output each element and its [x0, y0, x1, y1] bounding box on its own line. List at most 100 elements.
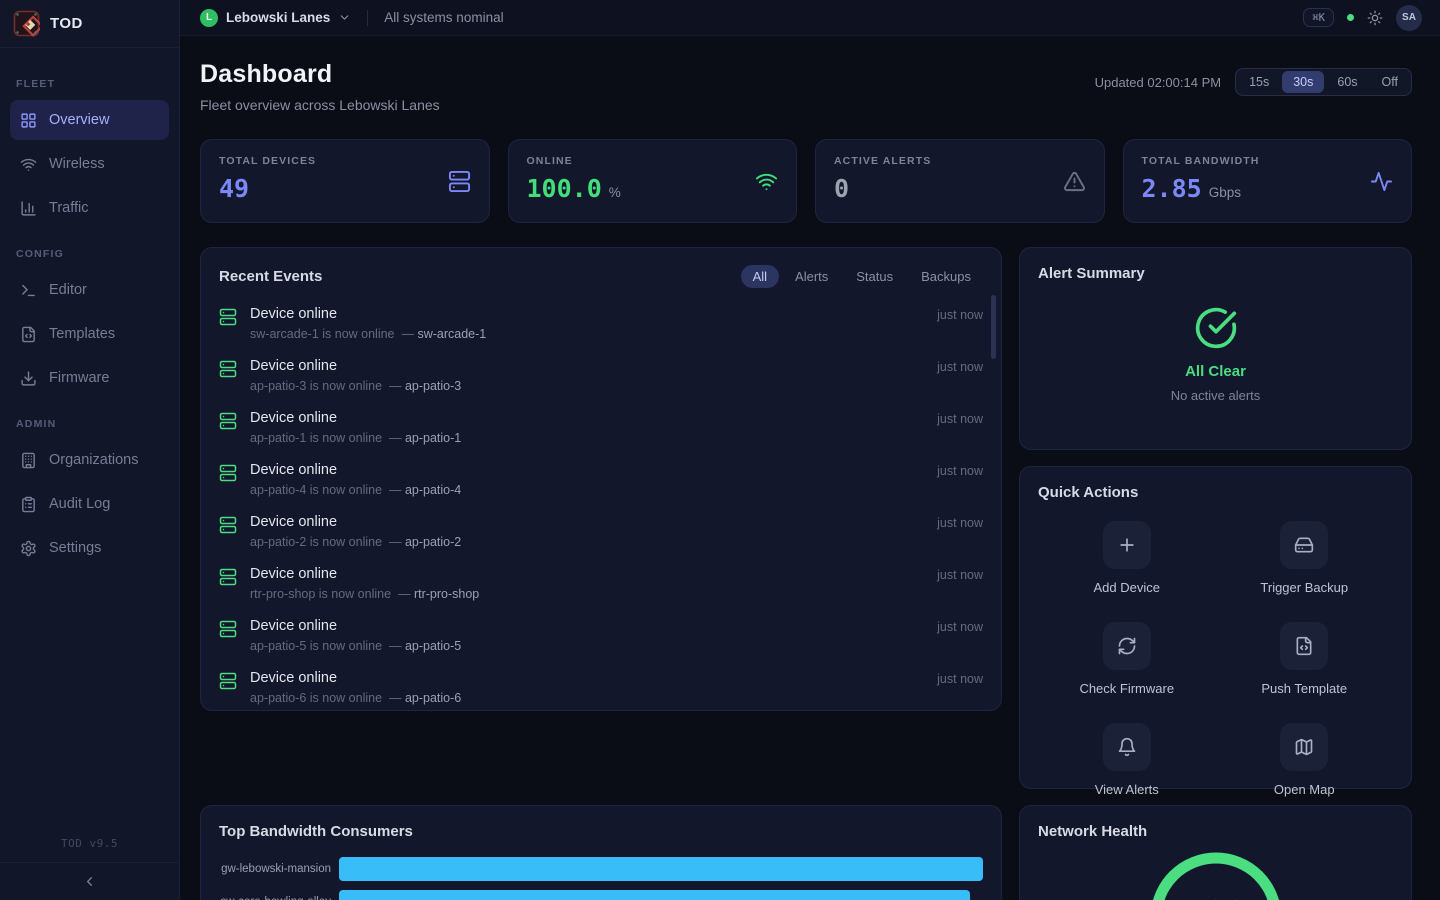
health-dot	[1347, 14, 1354, 21]
sidebar-footer: TOD v9.5	[0, 827, 179, 900]
event-device-name: ap-patio-3	[405, 379, 461, 393]
event-device-name: ap-patio-2	[405, 535, 461, 549]
sidebar-item-label: Wireless	[49, 156, 105, 172]
event-row[interactable]: Device online ap-patio-1 is now online —…	[219, 402, 983, 454]
alert-summary-title: Alert Summary	[1038, 265, 1393, 282]
event-title: Device online	[250, 618, 924, 634]
quick-action-label: Open Map	[1274, 782, 1335, 797]
server-icon-wrap	[219, 568, 237, 601]
refresh-option-30s[interactable]: 30s	[1282, 71, 1324, 93]
user-avatar[interactable]: SA	[1396, 5, 1422, 31]
sidebar-item-templates[interactable]: Templates	[10, 314, 169, 354]
events-scrollbar-thumb[interactable]	[991, 295, 996, 359]
org-switcher[interactable]: L Lebowski Lanes	[200, 9, 351, 27]
sidebar-item-organizations[interactable]: Organizations	[10, 440, 169, 480]
event-filter-all[interactable]: All	[741, 265, 779, 288]
download-icon	[20, 370, 37, 387]
event-title: Device online	[250, 462, 924, 478]
event-time: just now	[937, 308, 983, 341]
sidebar-item-settings[interactable]: Settings	[10, 528, 169, 568]
event-filter-status[interactable]: Status	[844, 265, 905, 288]
layout-grid-icon	[20, 112, 37, 129]
quick-action-label: Push Template	[1261, 681, 1347, 696]
event-row[interactable]: Device online rtr-pro-shop is now online…	[219, 558, 983, 610]
event-detail: ap-patio-1 is now online — ap-patio-1	[250, 431, 924, 445]
system-status-text: All systems nominal	[384, 10, 503, 25]
bandwidth-bars: gw-lebowski-mansion sw-core-bowling-alle…	[219, 857, 983, 900]
sidebar-item-firmware[interactable]: Firmware	[10, 358, 169, 398]
page-subtitle: Fleet overview across Lebowski Lanes	[200, 97, 440, 113]
event-filter-pills: AllAlertsStatusBackups	[741, 265, 983, 288]
gauge-ring-icon	[1148, 850, 1284, 900]
bandwidth-device-label: sw-core-bowling-alley	[219, 896, 331, 900]
sidebar-item-wireless[interactable]: Wireless	[10, 144, 169, 184]
server-icon	[219, 360, 237, 378]
chevron-left-icon	[82, 874, 97, 889]
building-icon	[20, 452, 37, 469]
server-icon	[219, 672, 237, 690]
map-icon	[1294, 737, 1314, 757]
quick-action-label: Add Device	[1094, 580, 1160, 595]
server-icon-wrap	[219, 360, 237, 393]
terminal-icon	[20, 282, 37, 299]
updated-timestamp: Updated 02:00:14 PM	[1095, 75, 1221, 90]
network-health-score: 100	[1038, 894, 1393, 900]
bandwidth-title: Top Bandwidth Consumers	[219, 823, 983, 840]
event-device-name: rtr-pro-shop	[414, 587, 479, 601]
event-row[interactable]: Device online ap-patio-5 is now online —…	[219, 610, 983, 662]
sidebar-collapse-button[interactable]	[0, 862, 179, 900]
server-icon-wrap	[219, 620, 237, 653]
event-row[interactable]: Device online ap-patio-4 is now online —…	[219, 454, 983, 506]
quick-action-view-alerts[interactable]: View Alerts	[1038, 723, 1216, 797]
sidebar-item-label: Overview	[49, 112, 109, 128]
event-row[interactable]: Device online ap-patio-2 is now online —…	[219, 506, 983, 558]
event-filter-backups[interactable]: Backups	[909, 265, 983, 288]
event-filter-alerts[interactable]: Alerts	[783, 265, 840, 288]
stat-card-total-devices: TOTAL DEVICES 49	[200, 139, 490, 223]
event-row[interactable]: Device online ap-patio-6 is now online —…	[219, 662, 983, 711]
event-detail: ap-patio-3 is now online — ap-patio-3	[250, 379, 924, 393]
sidebar-item-label: Firmware	[49, 370, 109, 386]
quick-action-add-device[interactable]: Add Device	[1038, 521, 1216, 595]
event-title: Device online	[250, 306, 924, 322]
theme-toggle-button[interactable]	[1367, 10, 1383, 26]
event-device-name: ap-patio-1	[405, 431, 461, 445]
sidebar-item-label: Settings	[49, 540, 101, 556]
event-time: just now	[937, 568, 983, 601]
sidebar-item-traffic[interactable]: Traffic	[10, 188, 169, 228]
stat-label: ACTIVE ALERTS	[834, 155, 931, 167]
quick-actions-grid: Add Device Trigger Backup Check Firmware…	[1038, 521, 1393, 797]
server-icon-wrap	[219, 516, 237, 549]
clipboard-icon	[20, 496, 37, 513]
event-time: just now	[937, 464, 983, 497]
quick-action-label: Check Firmware	[1079, 681, 1174, 696]
server-icon	[219, 620, 237, 638]
event-time: just now	[937, 620, 983, 653]
bandwidth-card: Top Bandwidth Consumers gw-lebowski-mans…	[200, 805, 1002, 900]
event-row[interactable]: Device online ap-patio-3 is now online —…	[219, 350, 983, 402]
nav-section-label: FLEET	[16, 78, 163, 90]
bandwidth-row: gw-lebowski-mansion	[219, 857, 983, 881]
server-icon-wrap	[219, 464, 237, 497]
refresh-option-15s[interactable]: 15s	[1238, 71, 1280, 93]
event-title: Device online	[250, 566, 924, 582]
sidebar-item-overview[interactable]: Overview	[10, 100, 169, 140]
event-title: Device online	[250, 410, 924, 426]
quick-action-check-firmware[interactable]: Check Firmware	[1038, 622, 1216, 696]
server-icon-wrap	[219, 412, 237, 445]
quick-action-push-template[interactable]: Push Template	[1216, 622, 1394, 696]
alert-status-text: All Clear	[1185, 363, 1246, 380]
quick-action-trigger-backup[interactable]: Trigger Backup	[1216, 521, 1394, 595]
sidebar-item-audit-log[interactable]: Audit Log	[10, 484, 169, 524]
app-logo-row: TOD	[0, 0, 179, 48]
command-palette-shortcut[interactable]: ⌘K	[1303, 8, 1334, 27]
event-row[interactable]: Device online sw-arcade-1 is now online …	[219, 298, 983, 350]
stat-cards-row: TOTAL DEVICES 49 ONLINE 100.0 % ACTIVE A…	[200, 139, 1412, 223]
gear-icon	[20, 540, 37, 557]
quick-action-open-map[interactable]: Open Map	[1216, 723, 1394, 797]
refresh-option-off[interactable]: Off	[1371, 71, 1409, 93]
bell-icon	[1117, 737, 1137, 757]
sidebar-item-editor[interactable]: Editor	[10, 270, 169, 310]
refresh-option-60s[interactable]: 60s	[1326, 71, 1368, 93]
sidebar-item-label: Audit Log	[49, 496, 110, 512]
